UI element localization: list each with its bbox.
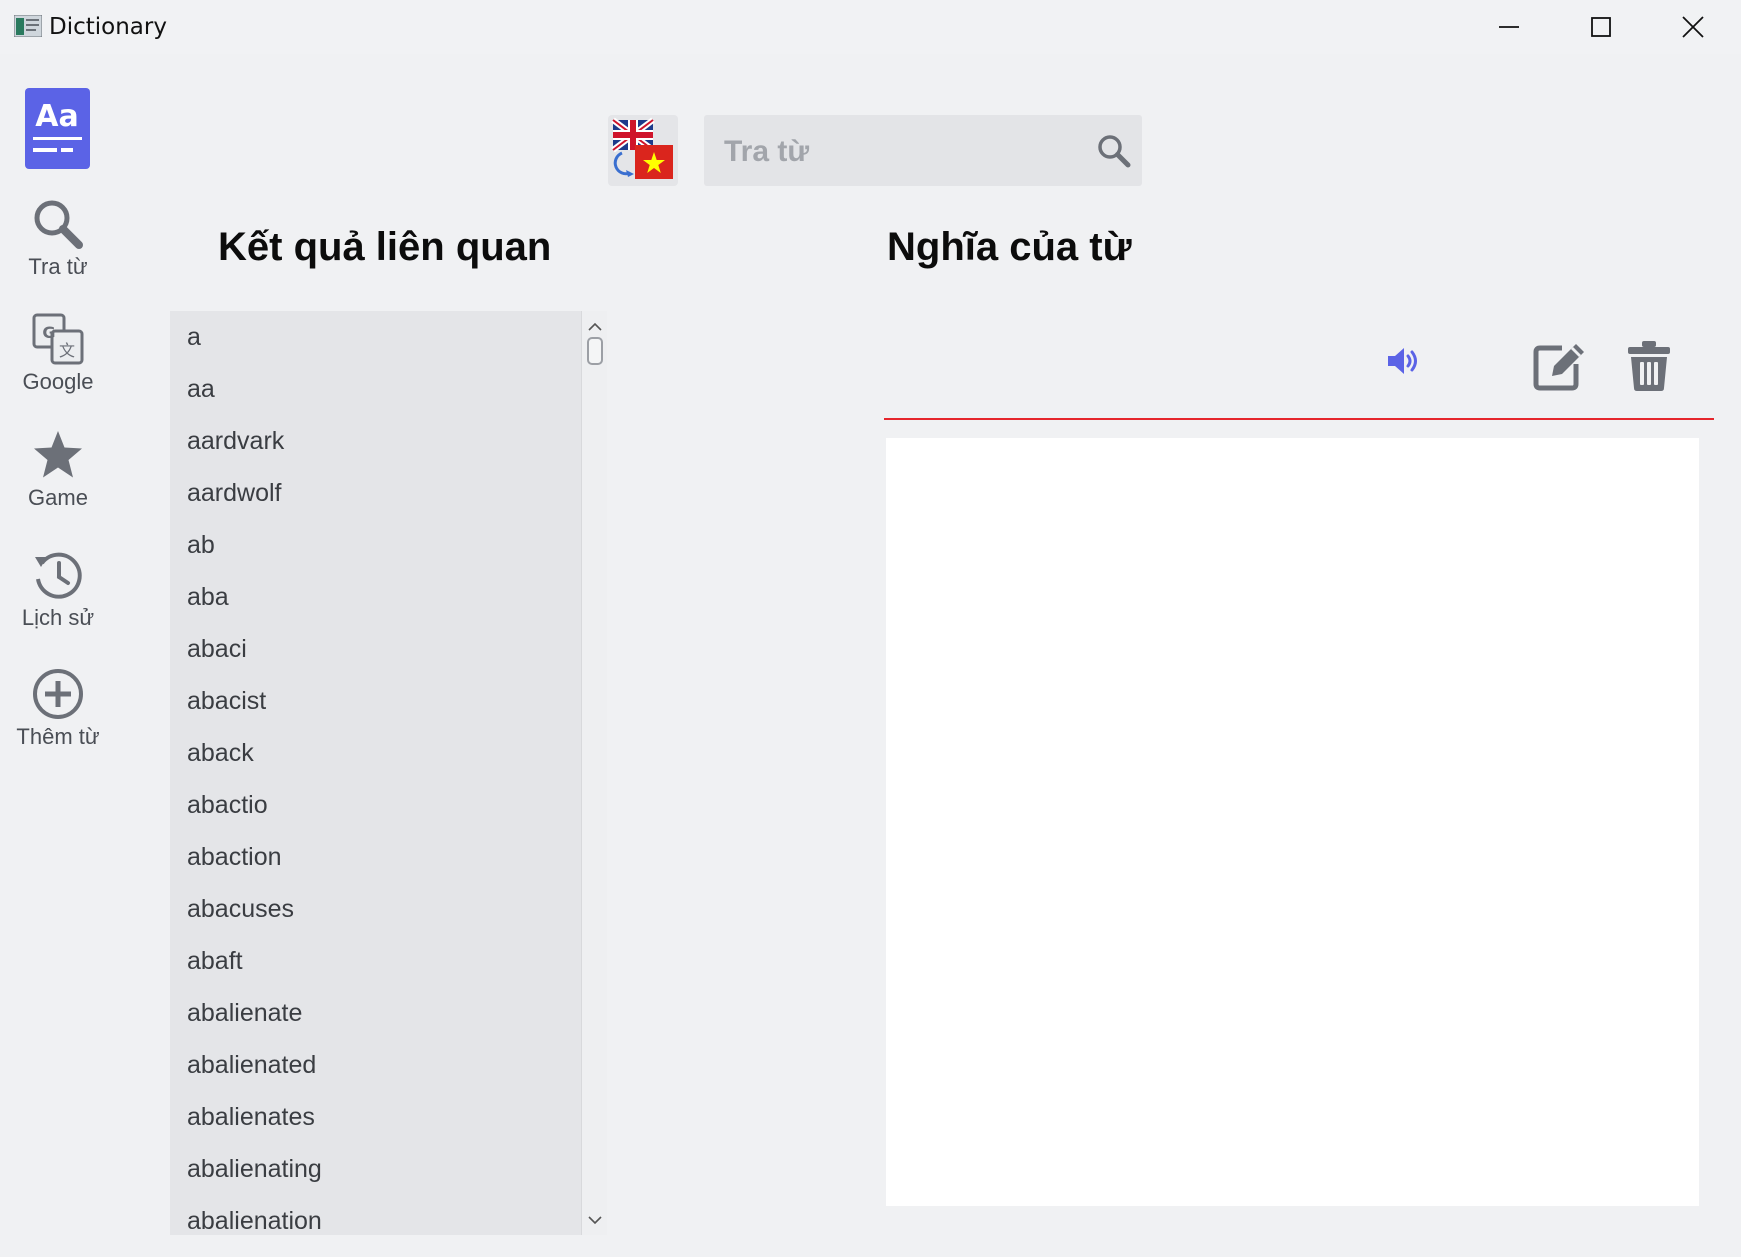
list-item[interactable]: aa [170, 363, 580, 415]
dictionary-logo-icon: Aa [25, 88, 90, 169]
sidebar-item-label: Thêm từ [16, 724, 100, 749]
close-icon [1682, 16, 1704, 38]
list-item[interactable]: abaft [170, 935, 580, 987]
sidebar-item-add-word[interactable]: Thêm từ [0, 668, 116, 750]
add-circle-icon [33, 669, 83, 719]
title-bar: Dictionary [0, 0, 1741, 54]
meaning-heading: Nghĩa của từ [887, 225, 1132, 269]
list-item[interactable]: ab [170, 519, 580, 571]
star-icon [34, 431, 82, 478]
list-item[interactable]: abalienated [170, 1039, 580, 1091]
sidebar-item-history[interactable]: Lịch sử [0, 549, 116, 631]
sidebar-item-label: Game [28, 485, 88, 510]
search-icon [34, 200, 83, 249]
minimize-button[interactable] [1463, 0, 1555, 54]
scroll-thumb[interactable] [587, 337, 603, 365]
list-item[interactable]: abalienate [170, 987, 580, 1039]
word-items: a aa aardvark aardwolf ab aba abaci abac… [170, 311, 580, 1235]
minimize-icon [1499, 26, 1519, 28]
sidebar: Aa Tra từ G 文 Google Game Lịch sử Thêm t… [0, 54, 116, 1257]
close-button[interactable] [1647, 0, 1739, 54]
language-toggle-button[interactable] [608, 115, 678, 186]
maximize-icon [1591, 17, 1611, 37]
meaning-content[interactable] [886, 438, 1699, 1206]
list-item[interactable]: abaci [170, 623, 580, 675]
search-box [704, 115, 1142, 188]
en-vi-flag-icon [611, 117, 673, 179]
svg-text:Aa: Aa [35, 99, 78, 134]
search-input[interactable] [722, 115, 1086, 188]
delete-word-button[interactable] [1627, 340, 1671, 397]
edit-icon [1533, 344, 1584, 391]
sidebar-item-lookup[interactable]: Tra từ [0, 198, 116, 280]
sidebar-item-label: Tra từ [28, 254, 88, 279]
sidebar-item-google[interactable]: G 文 Google [0, 313, 116, 395]
word-list-scrollbar[interactable] [581, 311, 607, 1235]
history-icon [35, 552, 82, 599]
app-logo: Aa [25, 88, 90, 169]
list-item[interactable]: a [170, 311, 580, 363]
meaning-divider [884, 418, 1714, 420]
maximize-button[interactable] [1555, 0, 1647, 54]
speaker-icon [1388, 348, 1417, 374]
pronounce-button[interactable] [1386, 345, 1422, 382]
svg-text:文: 文 [59, 341, 75, 360]
scroll-up-button[interactable] [582, 315, 607, 337]
list-item[interactable]: abacuses [170, 883, 580, 935]
sidebar-item-label: Google [22, 369, 94, 394]
list-item[interactable]: abalienating [170, 1143, 580, 1195]
chevron-down-icon [588, 1215, 602, 1224]
app-icon [14, 15, 42, 37]
scroll-down-button[interactable] [582, 1209, 607, 1231]
search-icon[interactable] [1097, 134, 1131, 168]
list-item[interactable]: abalienates [170, 1091, 580, 1143]
window-title: Dictionary [49, 14, 167, 40]
svg-text:G: G [42, 323, 55, 342]
google-translate-icon: G 文 [32, 313, 84, 365]
related-word-list[interactable]: a aa aardvark aardwolf ab aba abaci abac… [170, 311, 607, 1235]
chevron-up-icon [588, 322, 602, 331]
edit-word-button[interactable] [1532, 338, 1586, 397]
sidebar-item-game[interactable]: Game [0, 429, 116, 511]
list-item[interactable]: abaction [170, 831, 580, 883]
list-item[interactable]: aardwolf [170, 467, 580, 519]
list-item[interactable]: abacist [170, 675, 580, 727]
list-item[interactable]: aardvark [170, 415, 580, 467]
list-item[interactable]: aba [170, 571, 580, 623]
sidebar-item-label: Lịch sử [21, 605, 95, 630]
related-results-heading: Kết quả liên quan [218, 225, 552, 269]
trash-icon [1628, 341, 1670, 391]
list-item[interactable]: aback [170, 727, 580, 779]
list-item[interactable]: abalienation [170, 1195, 580, 1235]
list-item[interactable]: abactio [170, 779, 580, 831]
